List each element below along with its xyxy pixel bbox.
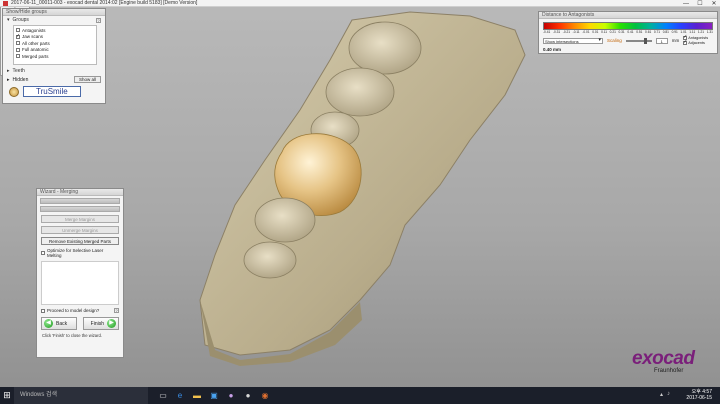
maximize-button[interactable]: ☐	[696, 0, 704, 7]
show-all-button[interactable]: Show all	[73, 76, 101, 83]
tooth-molar-1	[348, 21, 422, 75]
intersection-mode-select[interactable]: Show intersections	[543, 37, 603, 44]
groups-section-header[interactable]: ▾ Groups ?	[3, 16, 105, 24]
window-controls: — ☐ ✕	[682, 0, 718, 8]
edge-icon[interactable]: e	[175, 391, 185, 401]
wizard-content-area	[41, 261, 119, 305]
checkbox[interactable]	[16, 54, 20, 59]
distance-controls: Show intersections Scaling 1 mm Antagoni…	[539, 34, 717, 47]
clock[interactable]: 오후 4:57 2017-06-15	[686, 389, 712, 401]
panel-title: Distance to Antagonists	[539, 12, 717, 19]
wizard-nav: ◀ Back ▶ Finish	[37, 317, 123, 330]
scaling-label: Scaling	[607, 38, 622, 43]
app-icon	[3, 0, 8, 6]
checkbox[interactable]	[16, 41, 20, 46]
panel-title: Show/Hide groups	[3, 9, 105, 16]
window-title: 2017-06-11_00011-003 - exocad dental 201…	[11, 0, 198, 6]
system-tray: ▴ ♪	[660, 391, 670, 398]
wizard-hint: Click 'Finish' to close the wizard.	[42, 333, 103, 338]
app-icon[interactable]: ●	[226, 391, 236, 401]
proceed-option[interactable]: Proceed to model design??	[41, 308, 119, 313]
help-icon[interactable]: ?	[114, 308, 119, 313]
scaling-slider[interactable]	[625, 37, 652, 44]
progress-bar	[40, 206, 120, 212]
exocad-logo: exocad	[632, 348, 695, 369]
teeth-section-header[interactable]: ▸ Teeth	[3, 67, 105, 75]
arrow-left-icon: ◀	[44, 319, 53, 328]
progress-bar	[40, 198, 120, 204]
help-icon[interactable]: ?	[96, 17, 101, 23]
tooth-canine	[243, 241, 297, 279]
adjacents-toggle[interactable]: Adjacents	[683, 39, 708, 45]
app-icon[interactable]: ●	[243, 391, 253, 401]
checkbox[interactable]	[16, 28, 20, 33]
list-item[interactable]: Merged parts	[16, 53, 94, 60]
store-icon[interactable]: ▣	[209, 391, 219, 401]
taskbar: ⊞ Windows 검색 ▭ e ▬ ▣ ● ● ◉ ▴ ♪ 오후 4:57 2…	[0, 387, 720, 404]
trusmile-button[interactable]: TruSmile	[23, 86, 81, 97]
taskbar-apps: ▭ e ▬ ▣ ● ● ◉	[158, 391, 270, 401]
checkbox[interactable]	[16, 33, 20, 39]
groups-list: Antagonists Jaw scans All other parts Fu…	[13, 25, 97, 65]
distance-value: 0.40 mm	[543, 47, 562, 52]
tooth-premolar-2	[254, 197, 316, 243]
tooth-icon	[9, 86, 19, 97]
remove-merged-parts-button[interactable]: Remove Existing Merged Parts	[41, 237, 119, 245]
title-bar: 2017-06-11_00011-003 - exocad dental 201…	[0, 0, 720, 7]
checkbox[interactable]	[41, 251, 45, 255]
minimize-button[interactable]: —	[682, 1, 690, 7]
show-hide-groups-panel: Show/Hide groups ▾ Groups ? Antagonists …	[2, 8, 106, 104]
toggle-group: Antagonists Adjacents	[683, 34, 708, 45]
taskbar-search-input[interactable]: Windows 검색	[14, 387, 148, 404]
collapse-icon: ▸	[7, 68, 10, 74]
back-button[interactable]: ◀ Back	[41, 317, 77, 330]
optimize-laser-option[interactable]: Optimize for Selective Laser Melting	[41, 248, 119, 258]
distance-panel: Distance to Antagonists -0.41 -0.31 -0.21-…	[538, 11, 718, 54]
merge-margins-button[interactable]: Merge Margins	[41, 215, 119, 223]
unit-label: mm	[671, 38, 680, 43]
arrow-right-icon: ▶	[107, 319, 116, 328]
exocad-taskbar-icon[interactable]: ◉	[260, 391, 270, 401]
tooth-molar-2	[325, 67, 395, 117]
network-icon[interactable]: ▴	[660, 391, 663, 398]
wizard-merging-panel: Wizard - Merging Merge Margins Unmerge M…	[36, 188, 124, 358]
trusmile-row: TruSmile	[3, 84, 105, 99]
windows-start-icon[interactable]: ⊞	[0, 387, 14, 404]
unmerge-margins-button[interactable]: Unmerge Margins	[41, 226, 119, 234]
collapse-icon: ▾	[7, 17, 10, 23]
scaling-input[interactable]: 1	[655, 37, 668, 44]
close-button[interactable]: ✕	[710, 0, 718, 7]
distance-color-scale	[543, 22, 713, 30]
finish-button[interactable]: ▶ Finish	[83, 317, 119, 330]
volume-icon[interactable]: ♪	[667, 391, 670, 398]
checkbox[interactable]	[41, 308, 45, 313]
panel-title: Wizard - Merging	[37, 189, 123, 196]
file-explorer-icon[interactable]: ▬	[192, 391, 202, 401]
collapse-icon: ▸	[7, 76, 10, 83]
task-view-icon[interactable]: ▭	[158, 391, 168, 401]
hidden-row: ▸ Hidden Show all	[3, 75, 105, 84]
fraunhofer-logo: Fraunhofer	[654, 368, 684, 374]
checkbox[interactable]	[16, 47, 20, 52]
